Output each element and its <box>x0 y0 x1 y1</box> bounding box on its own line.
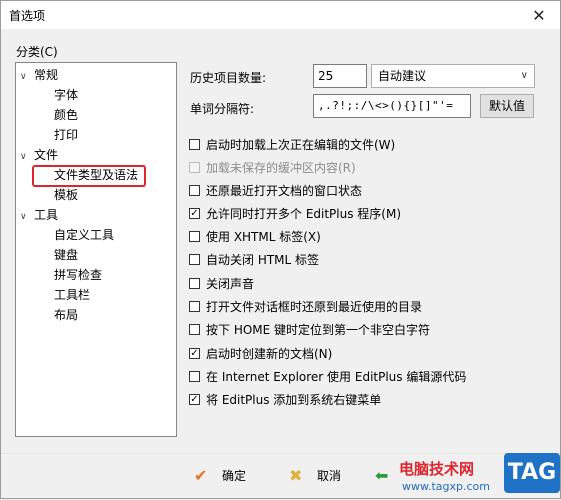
ok-button[interactable]: ✔ 确定 <box>194 463 246 487</box>
history-count-label: 历史项目数量: <box>190 71 267 85</box>
preferences-dialog: 首选项 ✕ 分类(C) ∨ 常规 字体 颜色 打印 ∨ 文件 文件类型及语法 模板 … <box>0 0 561 499</box>
checkbox-label: 使用 XHTML 标签(X) <box>206 230 321 244</box>
chevron-down-icon[interactable]: ∨ <box>20 208 34 226</box>
chevron-down-icon: ∨ <box>520 70 528 81</box>
check-icon[interactable]: ✓ <box>189 348 200 359</box>
checkbox-box[interactable] <box>189 301 200 312</box>
checkbox-box[interactable] <box>189 254 200 265</box>
cancel-button[interactable]: ✖ 取消 <box>289 463 341 487</box>
apply-button[interactable]: ⬅ <box>375 463 395 487</box>
checkbox-label: 加载未保存的缓冲区内容(R) <box>206 161 356 175</box>
tree-item-keyboard[interactable]: 键盘 <box>54 246 78 264</box>
category-tree[interactable]: ∨ 常规 字体 颜色 打印 ∨ 文件 文件类型及语法 模板 ∨ 工具 自定义工具 键盘… <box>15 62 177 437</box>
close-icon[interactable]: ✕ <box>518 1 560 29</box>
checkbox-box[interactable] <box>189 278 200 289</box>
watermark-site-name: 电脑技术网 <box>399 460 475 478</box>
tree-item-label: 文件 <box>34 148 59 162</box>
check-icon[interactable]: ✓ <box>189 394 200 405</box>
watermark: 电脑技术网 www.tagxp.com TAG <box>396 447 561 500</box>
checkbox-label: 打开文件对话框时还原到最近使用的目录 <box>206 300 423 314</box>
ok-label: 确定 <box>222 468 247 483</box>
checkbox-box[interactable] <box>189 371 200 382</box>
tree-item-print[interactable]: 打印 <box>54 126 78 144</box>
checkbox-box[interactable] <box>189 162 200 173</box>
tree-item-templates[interactable]: 模板 <box>54 186 78 204</box>
checkbox-box[interactable] <box>189 324 200 335</box>
tree-item-toolbar[interactable]: 工具栏 <box>54 286 90 304</box>
highlight-annotation <box>32 165 146 187</box>
tree-item-layout[interactable]: 布局 <box>54 306 78 324</box>
checkbox-label: 启动时加载上次正在编辑的文件(W) <box>206 138 396 152</box>
default-value-button[interactable]: 默认值 <box>480 94 534 118</box>
tree-item-tools[interactable]: ∨ 工具 <box>20 206 58 224</box>
tree-item-user-tools[interactable]: 自定义工具 <box>54 226 114 244</box>
x-icon: ✖ <box>289 465 303 485</box>
word-separator-input[interactable]: ,.?!;:/\<>(){}[]"'= <box>313 94 471 118</box>
checkbox-label: 在 Internet Explorer 使用 EditPlus 编辑源代码 <box>206 370 467 384</box>
checkbox-box[interactable] <box>189 231 200 242</box>
tree-item-general[interactable]: ∨ 常规 <box>20 66 58 84</box>
watermark-badge: TAG <box>504 453 560 493</box>
checkbox-label: 允许同时打开多个 EditPlus 程序(M) <box>206 207 402 221</box>
history-mode-value: 自动建议 <box>378 69 427 83</box>
tree-item-color[interactable]: 颜色 <box>54 106 78 124</box>
watermark-url: www.tagxp.com <box>402 480 490 493</box>
tree-item-label: 常规 <box>34 68 59 82</box>
checkbox-label: 还原最近打开文档的窗口状态 <box>206 184 363 198</box>
history-count-input[interactable]: 25 <box>313 64 367 88</box>
category-label: 分类(C) <box>16 45 58 59</box>
cancel-label: 取消 <box>317 468 342 483</box>
checkbox-label: 按下 HOME 键时定位到第一个非空白字符 <box>206 323 431 337</box>
history-mode-select[interactable]: 自动建议 ∨ <box>371 64 535 88</box>
checkbox-box[interactable] <box>189 139 200 150</box>
word-separator-label: 单词分隔符: <box>190 102 255 116</box>
check-icon[interactable]: ✓ <box>189 208 200 219</box>
checkbox-label: 自动关闭 HTML 标签 <box>206 253 320 267</box>
checkmark-icon: ✔ <box>194 465 208 485</box>
arrow-left-icon: ⬅ <box>375 465 389 485</box>
checkbox-label: 启动时创建新的文档(N) <box>206 347 333 361</box>
checkbox-box[interactable] <box>189 185 200 196</box>
checkbox-label: 关闭声音 <box>206 277 255 291</box>
window-title: 首选项 <box>9 9 46 23</box>
checkbox-label: 将 EditPlus 添加到系统右键菜单 <box>206 393 382 407</box>
tree-item-file[interactable]: ∨ 文件 <box>20 146 58 164</box>
chevron-down-icon[interactable]: ∨ <box>20 68 34 86</box>
tree-item-spell-check[interactable]: 拼写检查 <box>54 266 102 284</box>
tree-item-font[interactable]: 字体 <box>54 86 78 104</box>
tree-item-label: 工具 <box>34 208 59 222</box>
title-bar: 首选项 ✕ <box>1 1 560 29</box>
chevron-down-icon[interactable]: ∨ <box>20 148 34 166</box>
